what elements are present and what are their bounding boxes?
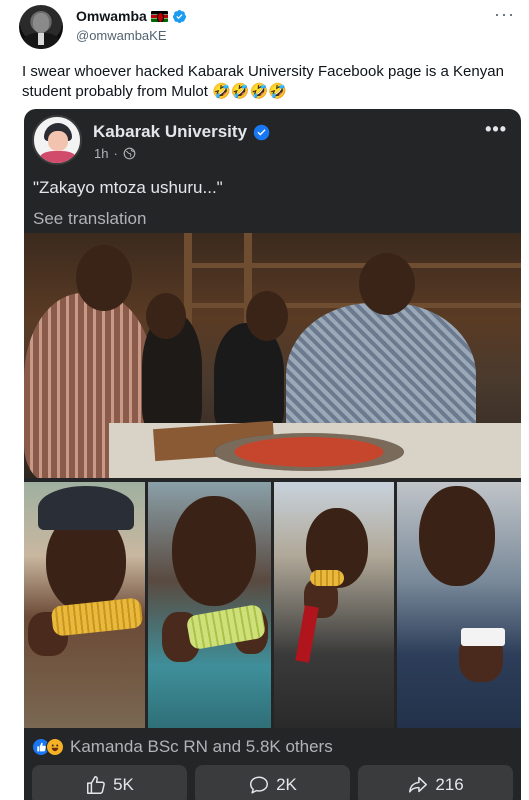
verified-badge-icon (172, 9, 186, 23)
tweet-author-handle[interactable]: @omwambaKE (76, 28, 167, 43)
comment-icon (250, 776, 269, 794)
facebook-action-bar: 5K 2K 216 (24, 765, 521, 800)
like-count: 5K (113, 775, 134, 794)
globe-icon (123, 147, 136, 160)
facebook-post-meta: 1h · (94, 146, 136, 161)
facebook-more-options-icon: ••• (485, 119, 507, 139)
facebook-page-name: Kabarak University (93, 122, 248, 141)
post-photo-3 (274, 482, 394, 728)
facebook-post-time: 1h (94, 146, 109, 161)
meta-separator: · (113, 146, 118, 161)
facebook-post-screenshot[interactable]: Kabarak University 1h · ••• "Zakayo mtoz… (24, 109, 521, 800)
post-photo-1 (24, 482, 145, 728)
comment-button: 2K (195, 765, 350, 800)
post-photo-2 (148, 482, 271, 728)
verified-badge-icon (253, 124, 270, 140)
tweet-more-options-icon[interactable]: ··· (494, 4, 515, 25)
facebook-page-name-row: Kabarak University (93, 122, 270, 142)
facebook-post-text: "Zakayo mtoza ushuru..." (33, 178, 223, 197)
facebook-page-avatar (32, 115, 82, 165)
tweet-author-avatar[interactable] (19, 5, 63, 49)
reactions-summary: Kamanda BSc RN and 5.8K others (32, 737, 333, 757)
tweet-author-name-row: Omwamba (76, 8, 187, 24)
see-translation-link: See translation (33, 209, 147, 228)
post-photo-main (24, 233, 521, 478)
kenya-flag-icon (150, 10, 168, 22)
share-count: 216 (435, 775, 464, 794)
post-photo-4 (397, 482, 521, 728)
share-icon (409, 776, 428, 793)
like-button: 5K (32, 765, 187, 800)
like-icon (87, 776, 105, 794)
share-button: 216 (358, 765, 513, 800)
haha-reaction-icon (46, 738, 64, 756)
comment-count: 2K (276, 775, 297, 794)
reactions-text: Kamanda BSc RN and 5.8K others (70, 737, 333, 756)
tweet-author-name[interactable]: Omwamba (76, 8, 147, 24)
tweet-text: I swear whoever hacked Kabarak Universit… (22, 63, 504, 100)
